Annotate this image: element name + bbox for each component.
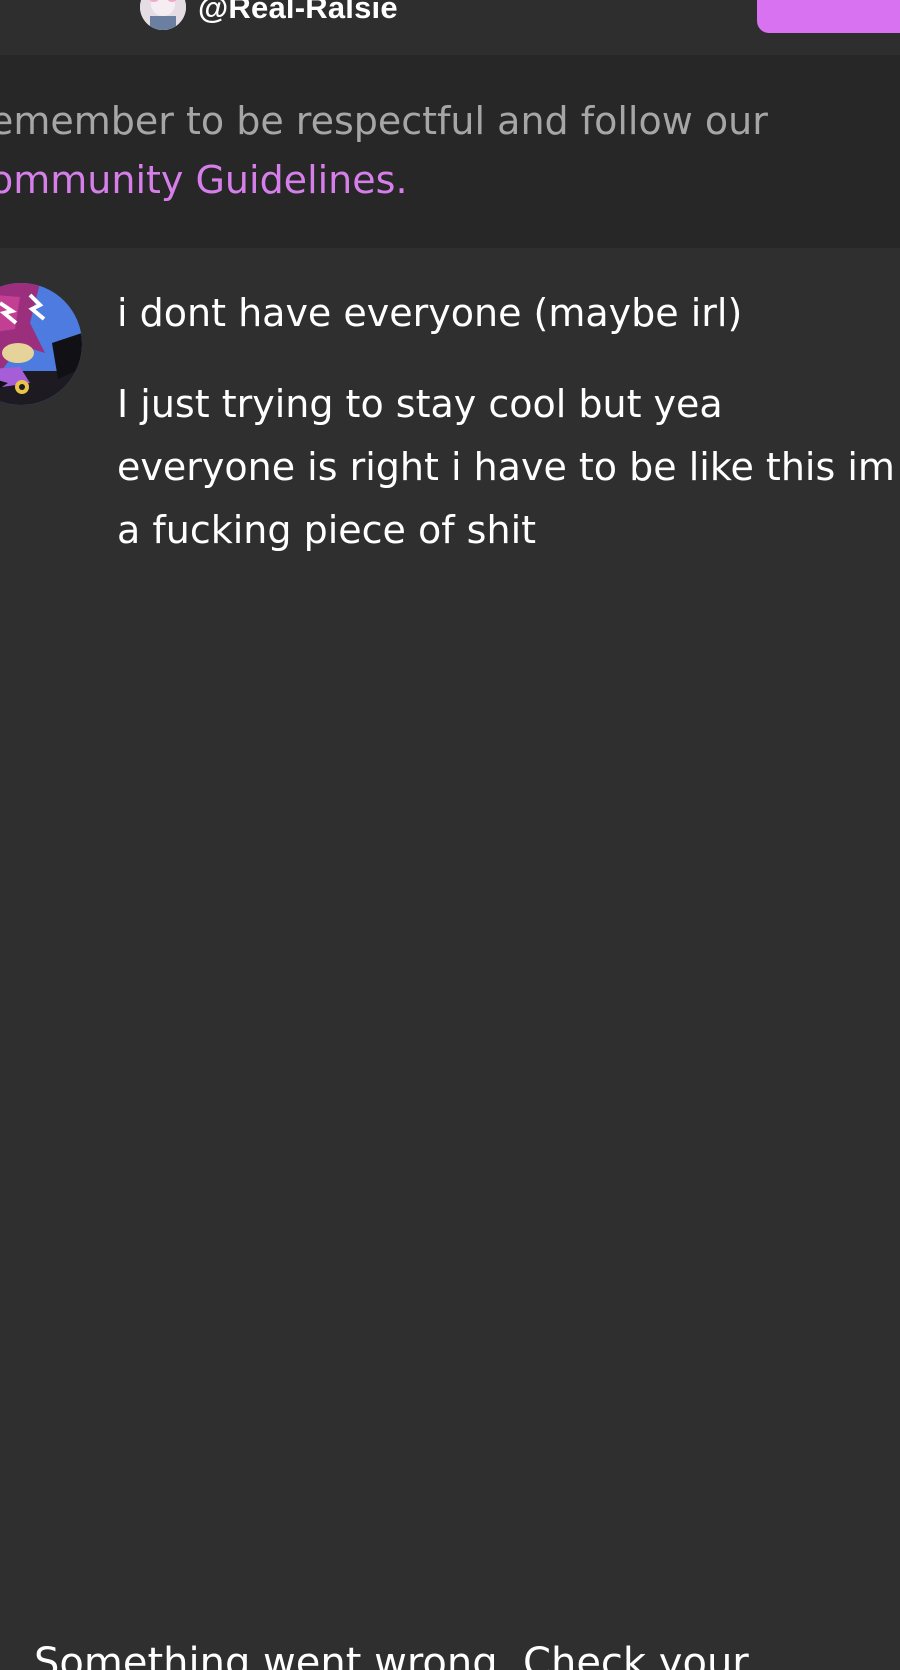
guidelines-banner: emember to be respectful and follow our …	[0, 55, 900, 248]
username[interactable]: @Real-Ralsie	[198, 0, 398, 26]
comment-body: i dont have everyone (maybe irl) I just …	[117, 287, 897, 562]
comment-text: I just trying to stay cool but yea every…	[117, 382, 895, 552]
guidelines-notice-text: emember to be respectful and follow our	[0, 99, 768, 143]
user-avatar[interactable]	[140, 0, 186, 30]
top-bar: @Real-Ralsie	[0, 0, 900, 55]
comment-title: i dont have everyone (maybe irl)	[117, 291, 743, 335]
commenter-avatar[interactable]	[0, 283, 82, 405]
avatar-image-icon	[140, 0, 186, 30]
page: @Real-Ralsie emember to be respectful an…	[0, 0, 900, 1670]
bottom-partial-text: Something went wrong. Check your	[34, 1640, 749, 1670]
community-guidelines-link[interactable]: ommunity Guidelines.	[0, 158, 408, 202]
primary-action-button[interactable]	[757, 0, 900, 33]
commenter-avatar-icon	[0, 283, 82, 405]
